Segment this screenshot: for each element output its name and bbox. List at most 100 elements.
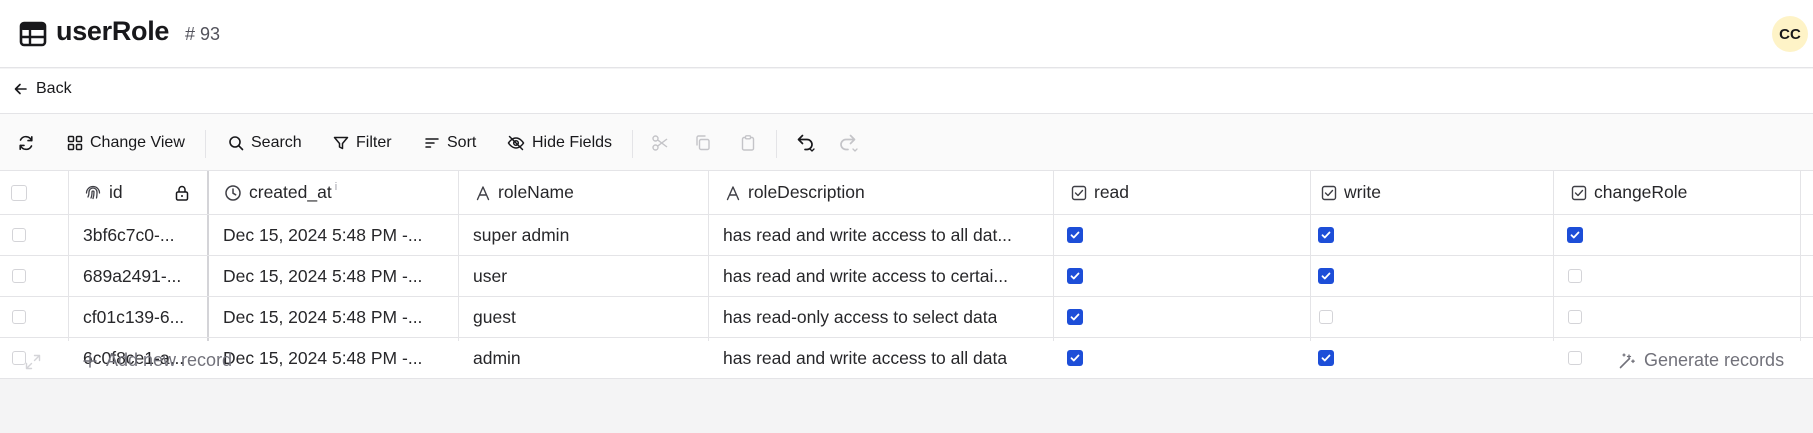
redo-button[interactable] xyxy=(836,132,862,154)
hide-fields-label: Hide Fields xyxy=(532,134,613,151)
column-header-label: roleDescription xyxy=(748,182,865,202)
search-icon xyxy=(228,135,244,151)
cell-changerole-checkbox[interactable] xyxy=(1567,297,1582,337)
add-record-button[interactable]: Add new record xyxy=(82,350,232,371)
cell-created-at[interactable]: Dec 15, 2024 5:48 PM -... xyxy=(223,297,422,337)
cell-roledescription[interactable]: has read and write access to certai... xyxy=(723,256,1008,296)
back-button[interactable]: Back xyxy=(13,80,72,98)
cell-read-checkbox[interactable] xyxy=(1067,297,1083,337)
column-header-label: changeRole xyxy=(1594,182,1688,202)
toolbar-divider xyxy=(632,130,633,158)
column-header-change-role[interactable]: changeRole xyxy=(1571,171,1687,214)
row-select-checkbox[interactable] xyxy=(12,215,26,255)
record-count: # 93 xyxy=(185,24,221,44)
table-row[interactable]: 689a2491-... Dec 15, 2024 5:48 PM -... use… xyxy=(0,256,1813,297)
refresh-icon xyxy=(17,134,35,152)
clock-icon xyxy=(224,184,242,202)
checkbox-type-icon xyxy=(1321,185,1337,201)
column-header-label: roleName xyxy=(498,182,574,202)
column-header-id[interactable]: id xyxy=(84,171,123,214)
checkbox-type-icon xyxy=(1571,185,1587,201)
sort-icon xyxy=(424,135,440,151)
table-icon xyxy=(19,20,47,48)
eye-off-icon xyxy=(507,135,525,151)
cell-id[interactable]: cf01c139-6... xyxy=(83,297,184,337)
paste-button[interactable] xyxy=(739,132,757,154)
back-label: Back xyxy=(36,80,72,97)
text-type-icon xyxy=(725,185,741,201)
magic-wand-icon xyxy=(1618,352,1636,370)
add-record-row: Add new record Generate records xyxy=(0,342,1813,379)
column-header-created-at[interactable]: created_at i xyxy=(224,171,337,214)
cell-rolename[interactable]: guest xyxy=(473,297,516,337)
undo-icon xyxy=(793,132,819,154)
header-row: id created_at i roleName roleDescription xyxy=(0,171,1813,215)
page-title: userRole xyxy=(56,16,170,46)
redo-icon xyxy=(836,132,862,154)
data-grid: id created_at i roleName roleDescription xyxy=(0,171,1813,379)
fingerprint-icon xyxy=(84,184,102,202)
cell-id[interactable]: 689a2491-... xyxy=(83,256,181,296)
back-bar: Back xyxy=(0,69,1813,114)
filter-button[interactable]: Filter xyxy=(333,132,392,154)
plus-icon xyxy=(82,353,98,369)
cell-id[interactable]: 3bf6c7c0-... xyxy=(83,215,174,255)
text-type-icon xyxy=(475,185,491,201)
cell-read-checkbox[interactable] xyxy=(1067,215,1083,255)
copy-button[interactable] xyxy=(694,132,712,154)
column-header-label: created_at xyxy=(249,182,332,202)
cell-roledescription[interactable]: has read-only access to select data xyxy=(723,297,997,337)
scissors-icon xyxy=(651,134,669,152)
cell-write-checkbox[interactable] xyxy=(1318,215,1334,255)
lock-icon xyxy=(173,171,191,214)
toolbar-divider xyxy=(205,130,206,158)
clipboard-icon xyxy=(739,134,757,152)
sort-button[interactable]: Sort xyxy=(424,132,476,154)
checkbox-type-icon xyxy=(1071,185,1087,201)
select-all-checkbox[interactable] xyxy=(11,171,27,214)
generate-records-label: Generate records xyxy=(1644,350,1785,370)
grid-icon xyxy=(67,135,83,151)
change-view-label: Change View xyxy=(90,134,185,151)
add-record-label: Add new record xyxy=(106,350,233,370)
hide-fields-button[interactable]: Hide Fields xyxy=(507,132,612,154)
generate-records-button[interactable]: Generate records xyxy=(1618,350,1784,371)
search-label: Search xyxy=(251,134,302,151)
cell-changerole-checkbox[interactable] xyxy=(1567,215,1583,255)
toolbar: Change View Search Filter Sort Hide Fiel… xyxy=(0,114,1813,171)
cell-write-checkbox[interactable] xyxy=(1318,256,1334,296)
top-bar: userRole # 93 CC xyxy=(0,0,1813,68)
column-header-role-name[interactable]: roleName xyxy=(475,171,574,214)
arrow-left-icon xyxy=(13,81,29,97)
filter-icon xyxy=(333,135,349,151)
table-row[interactable]: 3bf6c7c0-... Dec 15, 2024 5:48 PM -... sup… xyxy=(0,215,1813,256)
refresh-button[interactable] xyxy=(17,132,35,154)
row-select-checkbox[interactable] xyxy=(12,256,26,296)
column-header-read[interactable]: read xyxy=(1071,171,1129,214)
column-header-label: read xyxy=(1094,182,1130,202)
change-view-button[interactable]: Change View xyxy=(67,132,185,154)
cell-rolename[interactable]: user xyxy=(473,256,507,296)
column-header-role-description[interactable]: roleDescription xyxy=(725,171,865,214)
cell-read-checkbox[interactable] xyxy=(1067,256,1083,296)
cell-created-at[interactable]: Dec 15, 2024 5:48 PM -... xyxy=(223,215,422,255)
cell-changerole-checkbox[interactable] xyxy=(1567,256,1582,296)
cut-button[interactable] xyxy=(651,132,669,154)
column-header-label: id xyxy=(109,182,123,202)
undo-button[interactable] xyxy=(793,132,819,154)
table-row[interactable]: cf01c139-6... Dec 15, 2024 5:48 PM -... gu… xyxy=(0,297,1813,338)
cell-roledescription[interactable]: has read and write access to all dat... xyxy=(723,215,1012,255)
search-button[interactable]: Search xyxy=(228,132,302,154)
info-icon: i xyxy=(334,180,338,193)
column-header-label: write xyxy=(1344,182,1381,202)
cell-write-checkbox[interactable] xyxy=(1318,297,1333,337)
cell-rolename[interactable]: super admin xyxy=(473,215,569,255)
toolbar-divider xyxy=(776,130,777,158)
cell-created-at[interactable]: Dec 15, 2024 5:48 PM -... xyxy=(223,256,422,296)
row-select-checkbox[interactable] xyxy=(12,297,26,337)
filter-label: Filter xyxy=(356,134,392,151)
avatar[interactable]: CC xyxy=(1772,16,1808,52)
expand-icon[interactable] xyxy=(24,353,42,371)
copy-icon xyxy=(694,134,712,152)
column-header-write[interactable]: write xyxy=(1321,171,1381,214)
